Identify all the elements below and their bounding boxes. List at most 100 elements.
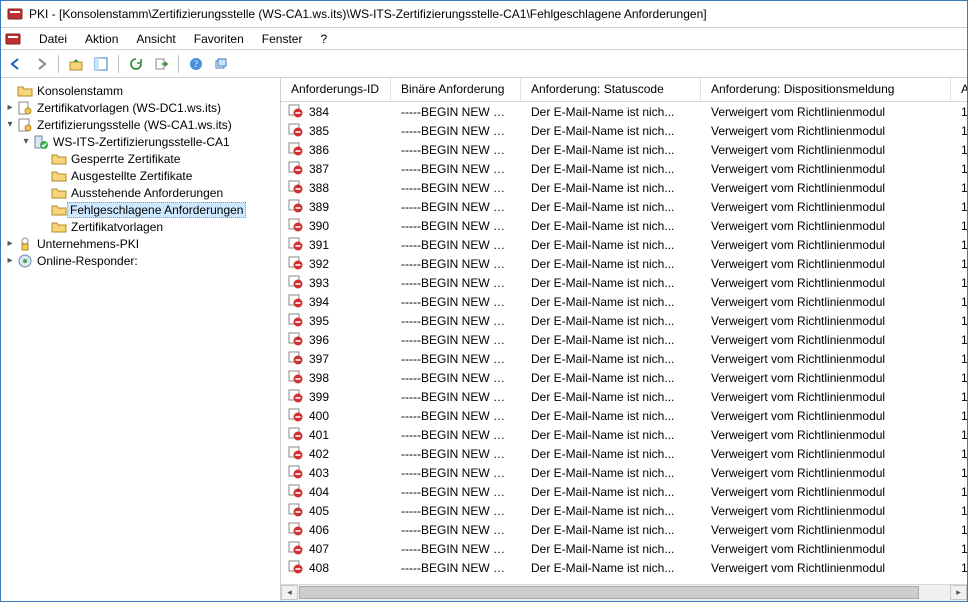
chevron-down-icon[interactable]: ▾ [19, 136, 33, 147]
cell-disposition: Verweigert vom Richtlinienmodul [701, 199, 951, 215]
tree-label: WS-ITS-Zertifizierungsstelle-CA1 [52, 135, 231, 149]
table-row[interactable]: 386-----BEGIN NEW CE...Der E-Mail-Name i… [281, 140, 967, 159]
tree-node-ca-instance[interactable]: ▾ WS-ITS-Zertifizierungsstelle-CA1 [1, 133, 280, 150]
tree-node-ca-templates[interactable]: Zertifikatvorlagen [1, 218, 280, 235]
tree-node-revoked[interactable]: Gesperrte Zertifikate [1, 150, 280, 167]
table-row[interactable]: 407-----BEGIN NEW CE...Der E-Mail-Name i… [281, 539, 967, 558]
table-row[interactable]: 396-----BEGIN NEW CE...Der E-Mail-Name i… [281, 330, 967, 349]
column-header-binary-req[interactable]: Binäre Anforderung [391, 78, 521, 101]
up-folder-button[interactable] [65, 53, 87, 75]
chevron-right-icon[interactable]: ▸ [3, 102, 17, 113]
table-row[interactable]: 391-----BEGIN NEW CE...Der E-Mail-Name i… [281, 235, 967, 254]
table-row[interactable]: 400-----BEGIN NEW CE...Der E-Mail-Name i… [281, 406, 967, 425]
table-row[interactable]: 390-----BEGIN NEW CE...Der E-Mail-Name i… [281, 216, 967, 235]
cell-disposition: Verweigert vom Richtlinienmodul [701, 560, 951, 576]
tree-node-failed[interactable]: Fehlgeschlagene Anforderungen [1, 201, 280, 218]
menu-datei[interactable]: Datei [31, 30, 75, 48]
cell-binary-request: -----BEGIN NEW CE... [391, 408, 521, 424]
new-window-button[interactable] [210, 53, 232, 75]
table-row[interactable]: 394-----BEGIN NEW CE...Der E-Mail-Name i… [281, 292, 967, 311]
cell-status-code: Der E-Mail-Name ist nich... [521, 446, 701, 462]
table-row[interactable]: 406-----BEGIN NEW CE...Der E-Mail-Name i… [281, 520, 967, 539]
menu-fenster[interactable]: Fenster [254, 30, 311, 48]
app-icon [7, 6, 23, 22]
cell-request-date: 11.04.2019 0 [951, 180, 967, 196]
request-id-text: 407 [309, 542, 329, 556]
help-button[interactable]: ? [185, 53, 207, 75]
scroll-thumb[interactable] [299, 586, 919, 599]
table-row[interactable]: 395-----BEGIN NEW CE...Der E-Mail-Name i… [281, 311, 967, 330]
cell-request-id: 395 [281, 310, 391, 331]
cell-status-code: Der E-Mail-Name ist nich... [521, 161, 701, 177]
tree-node-ca[interactable]: ▾ Zertifizierungsstelle (WS-CA1.ws.its) [1, 116, 280, 133]
menu-help[interactable]: ? [312, 30, 335, 48]
cell-status-code: Der E-Mail-Name ist nich... [521, 332, 701, 348]
table-row[interactable]: 403-----BEGIN NEW CE...Der E-Mail-Name i… [281, 463, 967, 482]
tree-node-pending[interactable]: Ausstehende Anforderungen [1, 184, 280, 201]
cell-request-date: 14.04.2019 0 [951, 446, 967, 462]
column-header-disposition[interactable]: Anforderung: Dispositionsmeldung [701, 78, 951, 101]
tree-node-root[interactable]: Konsolenstamm [1, 82, 280, 99]
folder-icon [51, 219, 67, 235]
toolbar-separator [58, 55, 59, 73]
cell-request-id: 400 [281, 405, 391, 426]
table-row[interactable]: 389-----BEGIN NEW CE...Der E-Mail-Name i… [281, 197, 967, 216]
forward-button[interactable] [30, 53, 52, 75]
column-header-request-date[interactable]: Anforderun [951, 78, 967, 101]
cell-request-id: 401 [281, 424, 391, 445]
tree-node-enterprise-pki[interactable]: ▸ Unternehmens-PKI [1, 235, 280, 252]
tree-node-templates-dc1[interactable]: ▸ Zertifikatvorlagen (WS-DC1.ws.its) [1, 99, 280, 116]
request-id-text: 402 [309, 447, 329, 461]
titlebar: PKI - [Konsolenstamm\Zertifizierungsstel… [1, 1, 967, 28]
chevron-right-icon[interactable]: ▸ [3, 238, 17, 249]
table-row[interactable]: 404-----BEGIN NEW CE...Der E-Mail-Name i… [281, 482, 967, 501]
table-row[interactable]: 402-----BEGIN NEW CE...Der E-Mail-Name i… [281, 444, 967, 463]
tree-node-issued[interactable]: Ausgestellte Zertifikate [1, 167, 280, 184]
table-row[interactable]: 399-----BEGIN NEW CE...Der E-Mail-Name i… [281, 387, 967, 406]
menu-ansicht[interactable]: Ansicht [128, 30, 183, 48]
failed-request-icon [287, 311, 303, 330]
table-row[interactable]: 388-----BEGIN NEW CE...Der E-Mail-Name i… [281, 178, 967, 197]
column-header-request-id[interactable]: Anforderungs-ID [281, 78, 391, 101]
cell-status-code: Der E-Mail-Name ist nich... [521, 313, 701, 329]
menu-aktion[interactable]: Aktion [77, 30, 126, 48]
cell-request-id: 408 [281, 557, 391, 578]
cell-disposition: Verweigert vom Richtlinienmodul [701, 161, 951, 177]
menu-favoriten[interactable]: Favoriten [186, 30, 252, 48]
request-id-text: 395 [309, 314, 329, 328]
tree-node-online-responder[interactable]: ▸ Online-Responder: [1, 252, 280, 269]
cell-binary-request: -----BEGIN NEW CE... [391, 104, 521, 120]
chevron-right-icon[interactable]: ▸ [3, 255, 17, 266]
table-row[interactable]: 393-----BEGIN NEW CE...Der E-Mail-Name i… [281, 273, 967, 292]
table-row[interactable]: 398-----BEGIN NEW CE...Der E-Mail-Name i… [281, 368, 967, 387]
column-header-status-code[interactable]: Anforderung: Statuscode [521, 78, 701, 101]
table-row[interactable]: 408-----BEGIN NEW CE...Der E-Mail-Name i… [281, 558, 967, 577]
horizontal-scrollbar[interactable]: ◂ ▸ [281, 584, 967, 601]
cell-binary-request: -----BEGIN NEW CE... [391, 142, 521, 158]
cell-disposition: Verweigert vom Richtlinienmodul [701, 503, 951, 519]
scroll-right-button[interactable]: ▸ [950, 585, 967, 600]
request-id-text: 397 [309, 352, 329, 366]
list-view[interactable]: Anforderungs-ID Binäre Anforderung Anfor… [281, 78, 967, 584]
table-row[interactable]: 392-----BEGIN NEW CE...Der E-Mail-Name i… [281, 254, 967, 273]
cell-request-date: 10.04.2019 1 [951, 142, 967, 158]
scroll-left-button[interactable]: ◂ [281, 585, 298, 600]
request-id-text: 408 [309, 561, 329, 575]
export-list-button[interactable] [150, 53, 172, 75]
table-row[interactable]: 397-----BEGIN NEW CE...Der E-Mail-Name i… [281, 349, 967, 368]
tree-view[interactable]: Konsolenstamm ▸ Zertifikatvorlagen (WS-D… [1, 78, 281, 601]
table-row[interactable]: 405-----BEGIN NEW CE...Der E-Mail-Name i… [281, 501, 967, 520]
show-hide-tree-button[interactable] [90, 53, 112, 75]
table-row[interactable]: 384-----BEGIN NEW CE...Der E-Mail-Name i… [281, 102, 967, 121]
table-row[interactable]: 387-----BEGIN NEW CE...Der E-Mail-Name i… [281, 159, 967, 178]
refresh-button[interactable] [125, 53, 147, 75]
table-row[interactable]: 385-----BEGIN NEW CE...Der E-Mail-Name i… [281, 121, 967, 140]
cell-request-id: 389 [281, 196, 391, 217]
list-header: Anforderungs-ID Binäre Anforderung Anfor… [281, 78, 967, 102]
back-button[interactable] [5, 53, 27, 75]
chevron-down-icon[interactable]: ▾ [3, 119, 17, 130]
cell-disposition: Verweigert vom Richtlinienmodul [701, 123, 951, 139]
table-row[interactable]: 401-----BEGIN NEW CE...Der E-Mail-Name i… [281, 425, 967, 444]
main-area: Konsolenstamm ▸ Zertifikatvorlagen (WS-D… [1, 78, 967, 601]
cell-request-id: 398 [281, 367, 391, 388]
